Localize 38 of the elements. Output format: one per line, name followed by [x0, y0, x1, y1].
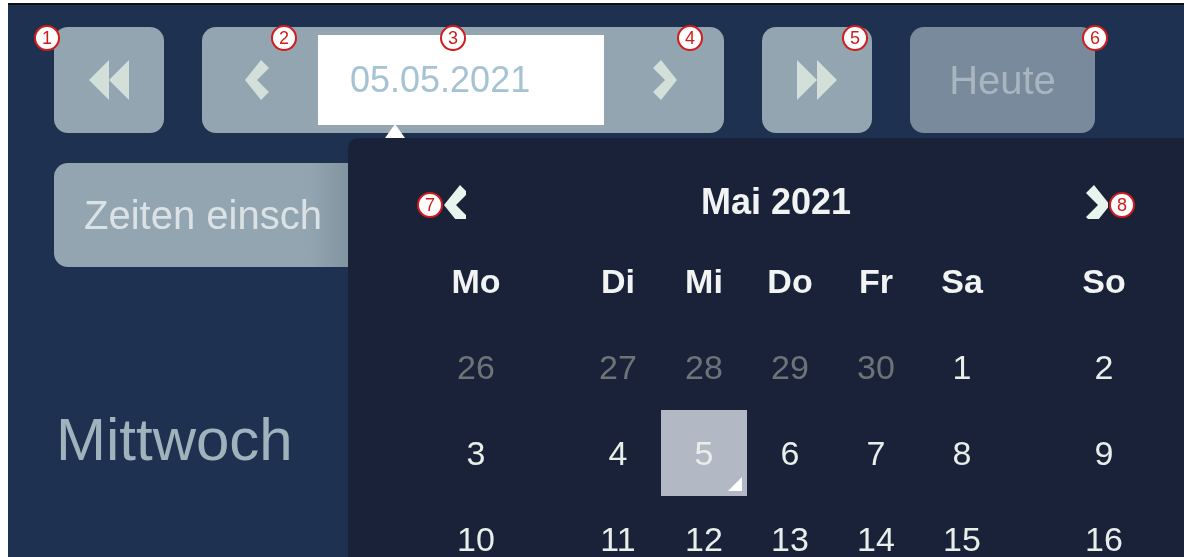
weekday-label: Sa	[940, 260, 984, 302]
day-cell[interactable]: 11	[575, 496, 661, 557]
weekday-label: Fr	[858, 260, 894, 302]
weekday-label: So	[1081, 260, 1127, 302]
double-left-icon	[87, 60, 131, 100]
callout-marker: 5	[842, 25, 868, 51]
month-title: Mai 2021	[699, 181, 853, 223]
day-cell[interactable]: 10	[433, 496, 519, 557]
weekday-label: Mo	[450, 260, 502, 302]
day-cell[interactable]: 15	[919, 496, 1005, 557]
day-cell[interactable]: 8	[919, 410, 1005, 496]
day-cell[interactable]: 3	[433, 410, 519, 496]
callout-marker: 6	[1082, 25, 1108, 51]
day-cell[interactable]: 9	[1061, 410, 1147, 496]
chevron-right-icon	[1086, 185, 1108, 219]
day-cell[interactable]: 14	[833, 496, 919, 557]
weekday-heading: Mittwoch	[56, 405, 293, 474]
chevron-left-icon	[444, 185, 466, 219]
popup-pointer-icon	[385, 124, 405, 138]
day-cell[interactable]: 6	[747, 410, 833, 496]
day-cell[interactable]: 12	[661, 496, 747, 557]
day-cell[interactable]: 13	[747, 496, 833, 557]
previous-month-button[interactable]	[444, 185, 466, 219]
double-right-icon	[795, 60, 839, 100]
weekday-label: Di	[600, 260, 636, 302]
callout-marker: 1	[34, 25, 60, 51]
day-cell[interactable]: 7	[833, 410, 919, 496]
weekday-label: Do	[766, 260, 814, 302]
chevron-left-icon	[245, 60, 269, 100]
day-cell[interactable]: 16	[1061, 496, 1147, 557]
day-cell[interactable]: 4	[575, 410, 661, 496]
fast-forward-button[interactable]	[762, 27, 872, 133]
day-cell[interactable]: 2	[1061, 324, 1147, 410]
chevron-right-icon	[653, 60, 677, 100]
weekday-label: Mi	[684, 260, 724, 302]
next-month-button[interactable]	[1086, 185, 1108, 219]
day-cell[interactable]: 1	[919, 324, 1005, 410]
corner-icon	[728, 477, 742, 491]
